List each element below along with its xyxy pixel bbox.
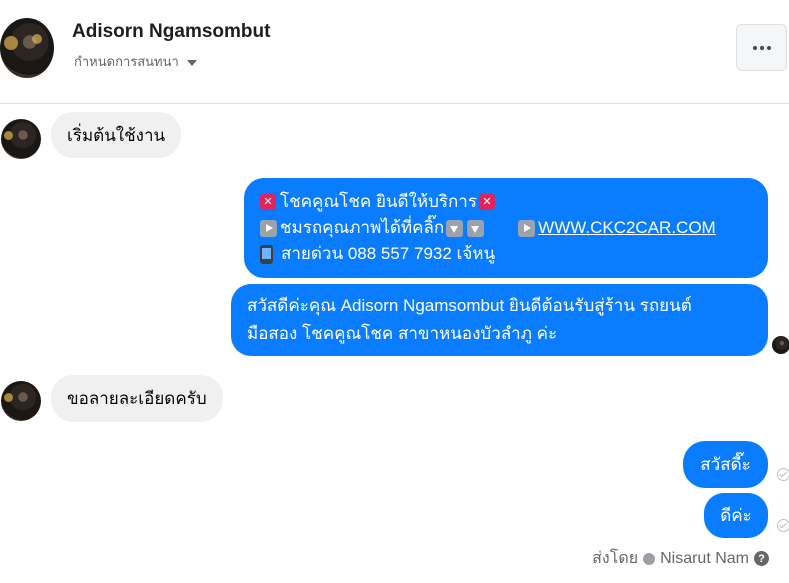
incoming-message[interactable]: ขอลายละเอียดครับ xyxy=(51,375,223,422)
more-icon xyxy=(752,45,757,50)
card-line-3: สายด่วน 088 557 7932 เจ้หนู xyxy=(281,244,496,263)
message-text: ดีค่ะ xyxy=(720,506,752,525)
more-options-button[interactable] xyxy=(736,24,787,71)
message-line-1: สวัสดีค่ะคุณ Adisorn Ngamsombut ยินดีต้อ… xyxy=(247,296,692,315)
outgoing-message[interactable]: สวัสดี๊ะ xyxy=(683,441,768,488)
conversation-settings-dropdown[interactable]: กำหนดการสนทนา xyxy=(74,51,197,72)
contact-name[interactable]: Adisorn Ngamsombut xyxy=(72,21,270,43)
play-emoji-icon xyxy=(518,219,536,237)
down-arrow-emoji-icon xyxy=(467,219,485,237)
website-link[interactable]: WWW.CKC2CAR.COM xyxy=(538,215,716,241)
card-line-2-text: ชมรถคุณภาพได้ที่คลิ๊ก xyxy=(280,218,445,237)
outgoing-message[interactable]: สวัสดีค่ะคุณ Adisorn Ngamsombut ยินดีต้อ… xyxy=(231,284,768,356)
incoming-message[interactable]: เริ่มต้นใช้งาน xyxy=(51,112,182,158)
conversation-settings-label: กำหนดการสนทนา xyxy=(74,54,179,69)
message-text: สวัสดี๊ะ xyxy=(700,455,751,474)
dropdown-caret-icon xyxy=(186,59,197,66)
outgoing-message[interactable]: ดีค่ะ xyxy=(704,493,768,538)
sender-name: Nisarut Nam xyxy=(660,549,749,567)
message-line-2: มือสอง โชคคูณโชค สาขาหนองบัวลำภู ค่ะ xyxy=(247,324,558,343)
card-line-1: โชคคูณโชค ยินดีให้บริการ xyxy=(280,192,477,211)
seen-by-avatar xyxy=(772,336,789,354)
read-receipt-icon xyxy=(777,519,789,532)
message-text: ขอลายละเอียดครับ xyxy=(67,389,207,408)
red-x-emoji-icon: ✕ xyxy=(260,194,276,210)
sent-by-label: ส่งโดย xyxy=(592,550,639,567)
read-receipt-icon xyxy=(777,468,789,481)
play-emoji-icon xyxy=(260,219,277,237)
contact-avatar[interactable] xyxy=(0,18,54,78)
mobile-phone-emoji-icon xyxy=(260,244,273,264)
help-icon[interactable]: ? xyxy=(754,551,769,566)
outgoing-message-card[interactable]: ✕ โชคคูณโชค ยินดีให้บริการ ✕ ชมรถคุณภาพไ… xyxy=(244,178,768,278)
conversation-header: Adisorn Ngamsombut กำหนดการสนทนา xyxy=(0,0,789,104)
down-arrow-emoji-icon xyxy=(446,219,464,237)
verified-check-icon xyxy=(643,552,656,565)
message-text: เริ่มต้นใช้งาน xyxy=(67,125,166,145)
contact-avatar-small[interactable] xyxy=(1,381,41,421)
red-x-emoji-icon: ✕ xyxy=(478,194,495,210)
sent-by-info: ส่งโดย Nisarut Nam ? xyxy=(592,546,769,571)
contact-avatar-small[interactable] xyxy=(1,119,41,159)
